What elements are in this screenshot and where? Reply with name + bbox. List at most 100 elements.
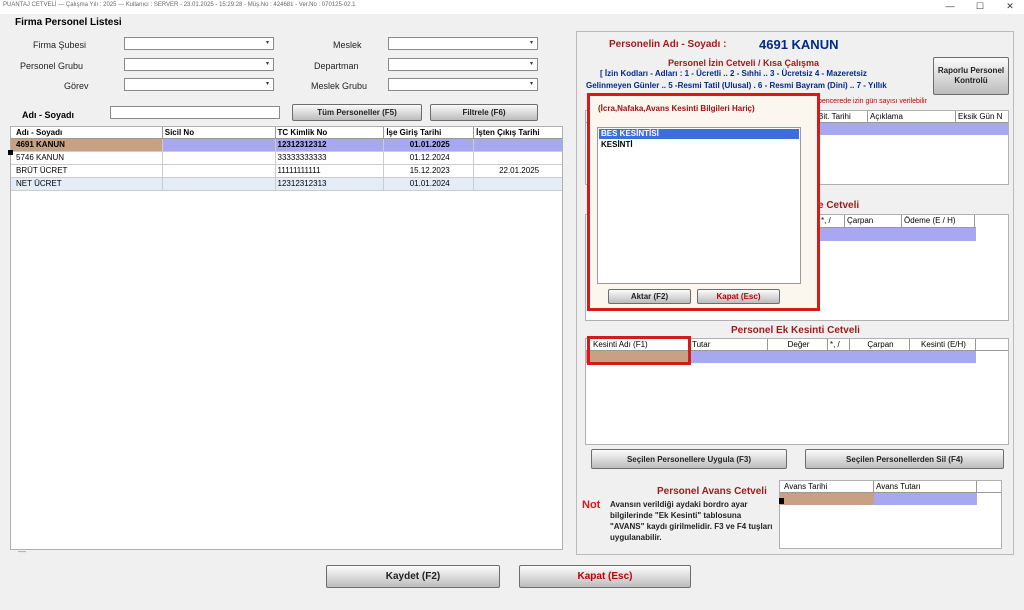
col-avans-tutari[interactable]: Avans Tutarı bbox=[874, 481, 977, 492]
save-button[interactable]: Kaydet (F2) bbox=[326, 565, 500, 588]
col-sicil-header[interactable]: Sicil No bbox=[163, 127, 276, 138]
table-row[interactable]: 4691 KANUN 12312312312 01.01.2025 bbox=[11, 139, 562, 152]
departman-select[interactable]: ▾ bbox=[388, 58, 538, 71]
meslek-label: Meslek bbox=[333, 40, 362, 50]
table-row[interactable]: 5746 KANUN 33333333333 01.12.2024 bbox=[11, 152, 562, 165]
col-carpan-ek[interactable]: Çarpan bbox=[850, 339, 910, 350]
cell-name: NET ÜCRET bbox=[11, 178, 163, 190]
avans-grid-header: Avans Tarihi Avans Tutarı bbox=[780, 481, 1001, 493]
maximize-button[interactable]: ☐ bbox=[970, 0, 990, 14]
name-search-input[interactable] bbox=[110, 106, 280, 119]
avans-grid: Avans Tarihi Avans Tutarı bbox=[779, 480, 1002, 549]
col-name-header[interactable]: Adı - Soyadı bbox=[11, 127, 163, 138]
row-indicator bbox=[8, 150, 13, 155]
avans-row-indicator bbox=[779, 498, 784, 504]
personel-grubu-select[interactable]: ▾ bbox=[124, 58, 274, 71]
chevron-down-icon: ▾ bbox=[265, 40, 269, 46]
chevron-down-icon: ▾ bbox=[529, 61, 533, 67]
ek-cell-values[interactable] bbox=[690, 351, 976, 363]
izin-row[interactable] bbox=[816, 123, 1008, 135]
delete-selected-button[interactable]: Seçilen Personellerden Sil (F4) bbox=[805, 449, 1004, 469]
avans-note: Avansın verildiği aydaki bordro ayar bil… bbox=[610, 500, 773, 542]
cell-name: BRÜT ÜCRET bbox=[11, 165, 163, 177]
col-kesinti-eh[interactable]: Kesinti (E/H) bbox=[910, 339, 976, 350]
gorev-label: Görev bbox=[64, 81, 89, 91]
col-giris-header[interactable]: İşe Giriş Tarihi bbox=[384, 127, 475, 138]
departman-label: Departman bbox=[314, 61, 359, 71]
list-item[interactable]: BES KESİNTİSİ bbox=[599, 129, 799, 139]
firma-subesi-select[interactable]: ▾ bbox=[124, 37, 274, 50]
col-aciklama[interactable]: Açıklama bbox=[868, 111, 956, 122]
col-eksik-gun[interactable]: Eksik Gün N bbox=[956, 111, 1008, 122]
ek-kesinti-title: Personel Ek Kesinti Cetveli bbox=[731, 325, 860, 336]
close-button[interactable]: Kapat (Esc) bbox=[519, 565, 691, 588]
cell-name: 5746 KANUN bbox=[11, 152, 163, 164]
personel-grubu-label: Personel Grubu bbox=[20, 61, 84, 71]
cell-tc: 11111111111 bbox=[276, 165, 385, 177]
odeme-title: e Cetveli bbox=[818, 200, 860, 211]
cell-giris: 01.12.2024 bbox=[384, 152, 475, 164]
list-item[interactable]: KESİNTİ bbox=[598, 140, 800, 150]
chevron-down-icon: ▾ bbox=[529, 40, 533, 46]
meslek-grubu-label: Meslek Grubu bbox=[311, 81, 368, 91]
all-personnel-button[interactable]: Tüm Personeller (F5) bbox=[292, 104, 422, 121]
kesinti-list[interactable]: BES KESİNTİSİ KESİNTİ bbox=[597, 127, 801, 284]
col-carpan[interactable]: Çarpan bbox=[845, 215, 902, 227]
cell-name: 4691 KANUN bbox=[11, 139, 163, 151]
avans-cell-date[interactable] bbox=[780, 493, 874, 505]
avans-title: Personel Avans Cetveli bbox=[657, 486, 767, 497]
meslek-select[interactable]: ▾ bbox=[388, 37, 538, 50]
personnel-grid: Adı - Soyadı Sicil No TC Kimlik No İşe G… bbox=[10, 126, 563, 550]
table-row[interactable]: BRÜT ÜCRET 11111111111 15.12.2023 22.01.… bbox=[11, 165, 562, 178]
title-bar: PUANTAJ CETVELİ --- Çalışma Yılı : 2025 … bbox=[0, 0, 1024, 14]
col-deger[interactable]: Değer bbox=[768, 339, 828, 350]
grid-header: Adı - Soyadı Sicil No TC Kimlik No İşe G… bbox=[11, 127, 562, 139]
name-search-label: Adı - Soyadı bbox=[22, 110, 75, 120]
chevron-down-icon: ▾ bbox=[265, 61, 269, 67]
col-carp-ek[interactable]: *, / bbox=[828, 339, 850, 350]
apply-selected-button[interactable]: Seçilen Personellere Uygula (F3) bbox=[591, 449, 787, 469]
col-tc-header[interactable]: TC Kimlik No bbox=[276, 127, 385, 138]
cell-giris: 15.12.2023 bbox=[384, 165, 475, 177]
filter-button[interactable]: Filtrele (F6) bbox=[430, 104, 538, 121]
cell-cikis: 22.01.2025 bbox=[499, 166, 540, 175]
transfer-button[interactable]: Aktar (F2) bbox=[608, 289, 691, 304]
not-label: Not bbox=[582, 499, 601, 511]
kesinti-popup: (İcra,Nafaka,Avans Kesinti Bilgileri Har… bbox=[587, 93, 820, 311]
cell-tc: 12312312312 bbox=[276, 139, 385, 151]
cell-sicil bbox=[163, 139, 276, 151]
col-cikis-header[interactable]: İşten Çıkış Tarihi bbox=[474, 127, 562, 138]
window-title: PUANTAJ CETVELİ --- Çalışma Yılı : 2025 … bbox=[3, 2, 356, 8]
col-carp[interactable]: *, / bbox=[819, 215, 845, 227]
izin-title: Personel İzin Cetveli / Kısa Çalışma bbox=[668, 58, 820, 68]
minimize-button[interactable]: — bbox=[940, 0, 960, 14]
cell-tc: 12312312313 bbox=[276, 178, 385, 190]
close-window-button[interactable]: ✕ bbox=[1000, 0, 1020, 14]
panel-title: Firma Personel Listesi bbox=[15, 17, 122, 28]
highlight-box-kesinti bbox=[587, 336, 691, 365]
col-odeme[interactable]: Ödeme (E / H) bbox=[902, 215, 975, 227]
table-row[interactable]: NET ÜCRET 12312312313 01.01.2024 bbox=[11, 178, 562, 191]
col-avans-tarihi[interactable]: Avans Tarihi bbox=[780, 481, 874, 492]
col-tutar[interactable]: Tutar bbox=[690, 339, 768, 350]
cell-giris: 01.01.2025 bbox=[384, 139, 475, 151]
izin-note: pencerede izin gün sayısı verilebilir bbox=[818, 98, 927, 105]
col-bit-tarihi[interactable]: Bit. Tarihi bbox=[816, 111, 868, 122]
raporlu-kontrol-button[interactable]: Raporlu Personel Kontrolü bbox=[933, 57, 1009, 95]
avans-cell-amount[interactable] bbox=[874, 493, 977, 505]
grid-footer-mark: — bbox=[18, 547, 26, 556]
cell-tc: 33333333333 bbox=[276, 152, 385, 164]
personel-name-label: Personelin Adı - Soyadı : bbox=[609, 39, 727, 50]
cell-cikis bbox=[474, 178, 562, 190]
firma-subesi-label: Firma Şubesi bbox=[33, 40, 87, 50]
popup-close-button[interactable]: Kapat (Esc) bbox=[697, 289, 780, 304]
cell-sicil bbox=[163, 165, 276, 177]
cell-sicil bbox=[163, 178, 276, 190]
odeme-row[interactable] bbox=[819, 227, 976, 241]
meslek-grubu-select[interactable]: ▾ bbox=[388, 78, 538, 91]
gorev-select[interactable]: ▾ bbox=[124, 78, 274, 91]
cell-giris: 01.01.2024 bbox=[384, 178, 475, 190]
avans-row[interactable] bbox=[780, 493, 1001, 505]
izin-codes-2: Gelinmeyen Günler .. 5 -Resmi Tatil (Ulu… bbox=[586, 81, 887, 90]
cell-cikis bbox=[474, 139, 562, 151]
